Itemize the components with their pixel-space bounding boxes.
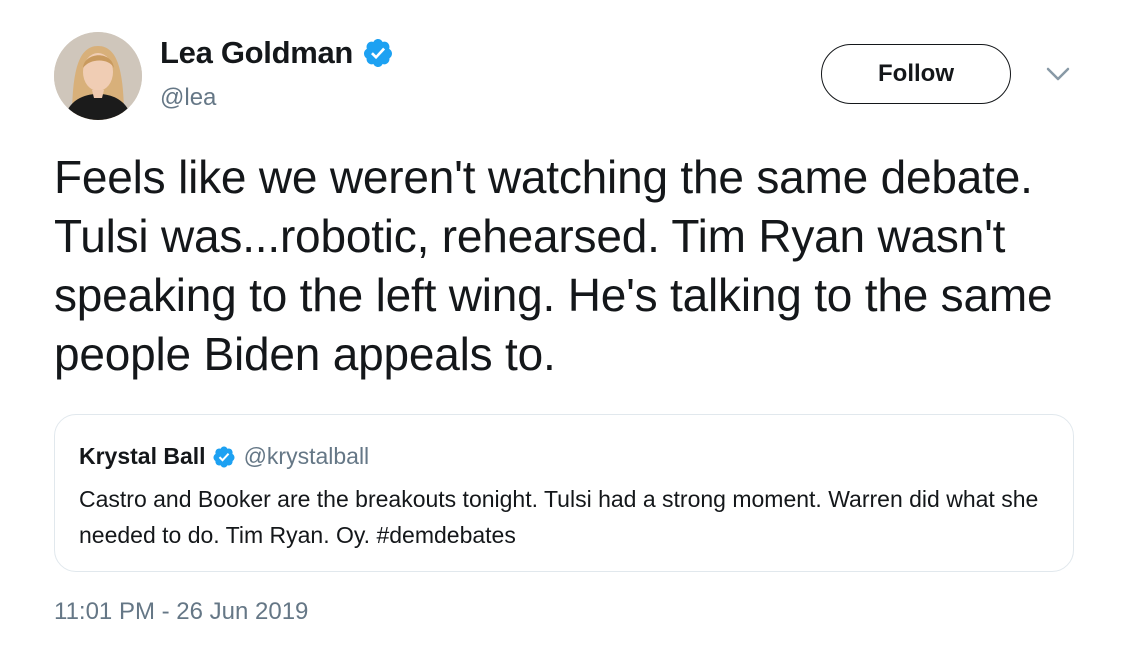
author-avatar[interactable] <box>54 32 142 120</box>
quoted-author-name: Krystal Ball <box>79 443 206 469</box>
tweet-text: Feels like we weren't watching the same … <box>54 151 1053 380</box>
quoted-tweet-text: Castro and Booker are the breakouts toni… <box>79 486 1039 548</box>
quoted-verified-badge-icon <box>213 446 235 467</box>
follow-button[interactable]: Follow <box>821 44 1011 104</box>
quoted-tweet[interactable]: Krystal Ball @krystalball Castro and Boo… <box>54 414 1074 572</box>
quoted-author-handle: @krystalball <box>243 443 370 469</box>
author-handle[interactable]: @lea <box>160 84 216 112</box>
quoted-tweet-header: Krystal Ball @krystalball <box>79 443 369 470</box>
author-display-name[interactable]: Lea Goldman <box>160 35 353 71</box>
chevron-down-icon[interactable] <box>1045 64 1071 84</box>
verified-badge-icon <box>364 39 393 67</box>
author-name-row: Lea Goldman <box>160 35 394 71</box>
avatar-photo-icon <box>54 32 142 120</box>
tweet-card: Lea Goldman @lea Follow Feels like we we… <box>0 0 1126 652</box>
tweet-timestamp[interactable]: 11:01 PM - 26 Jun 2019 <box>54 598 308 626</box>
